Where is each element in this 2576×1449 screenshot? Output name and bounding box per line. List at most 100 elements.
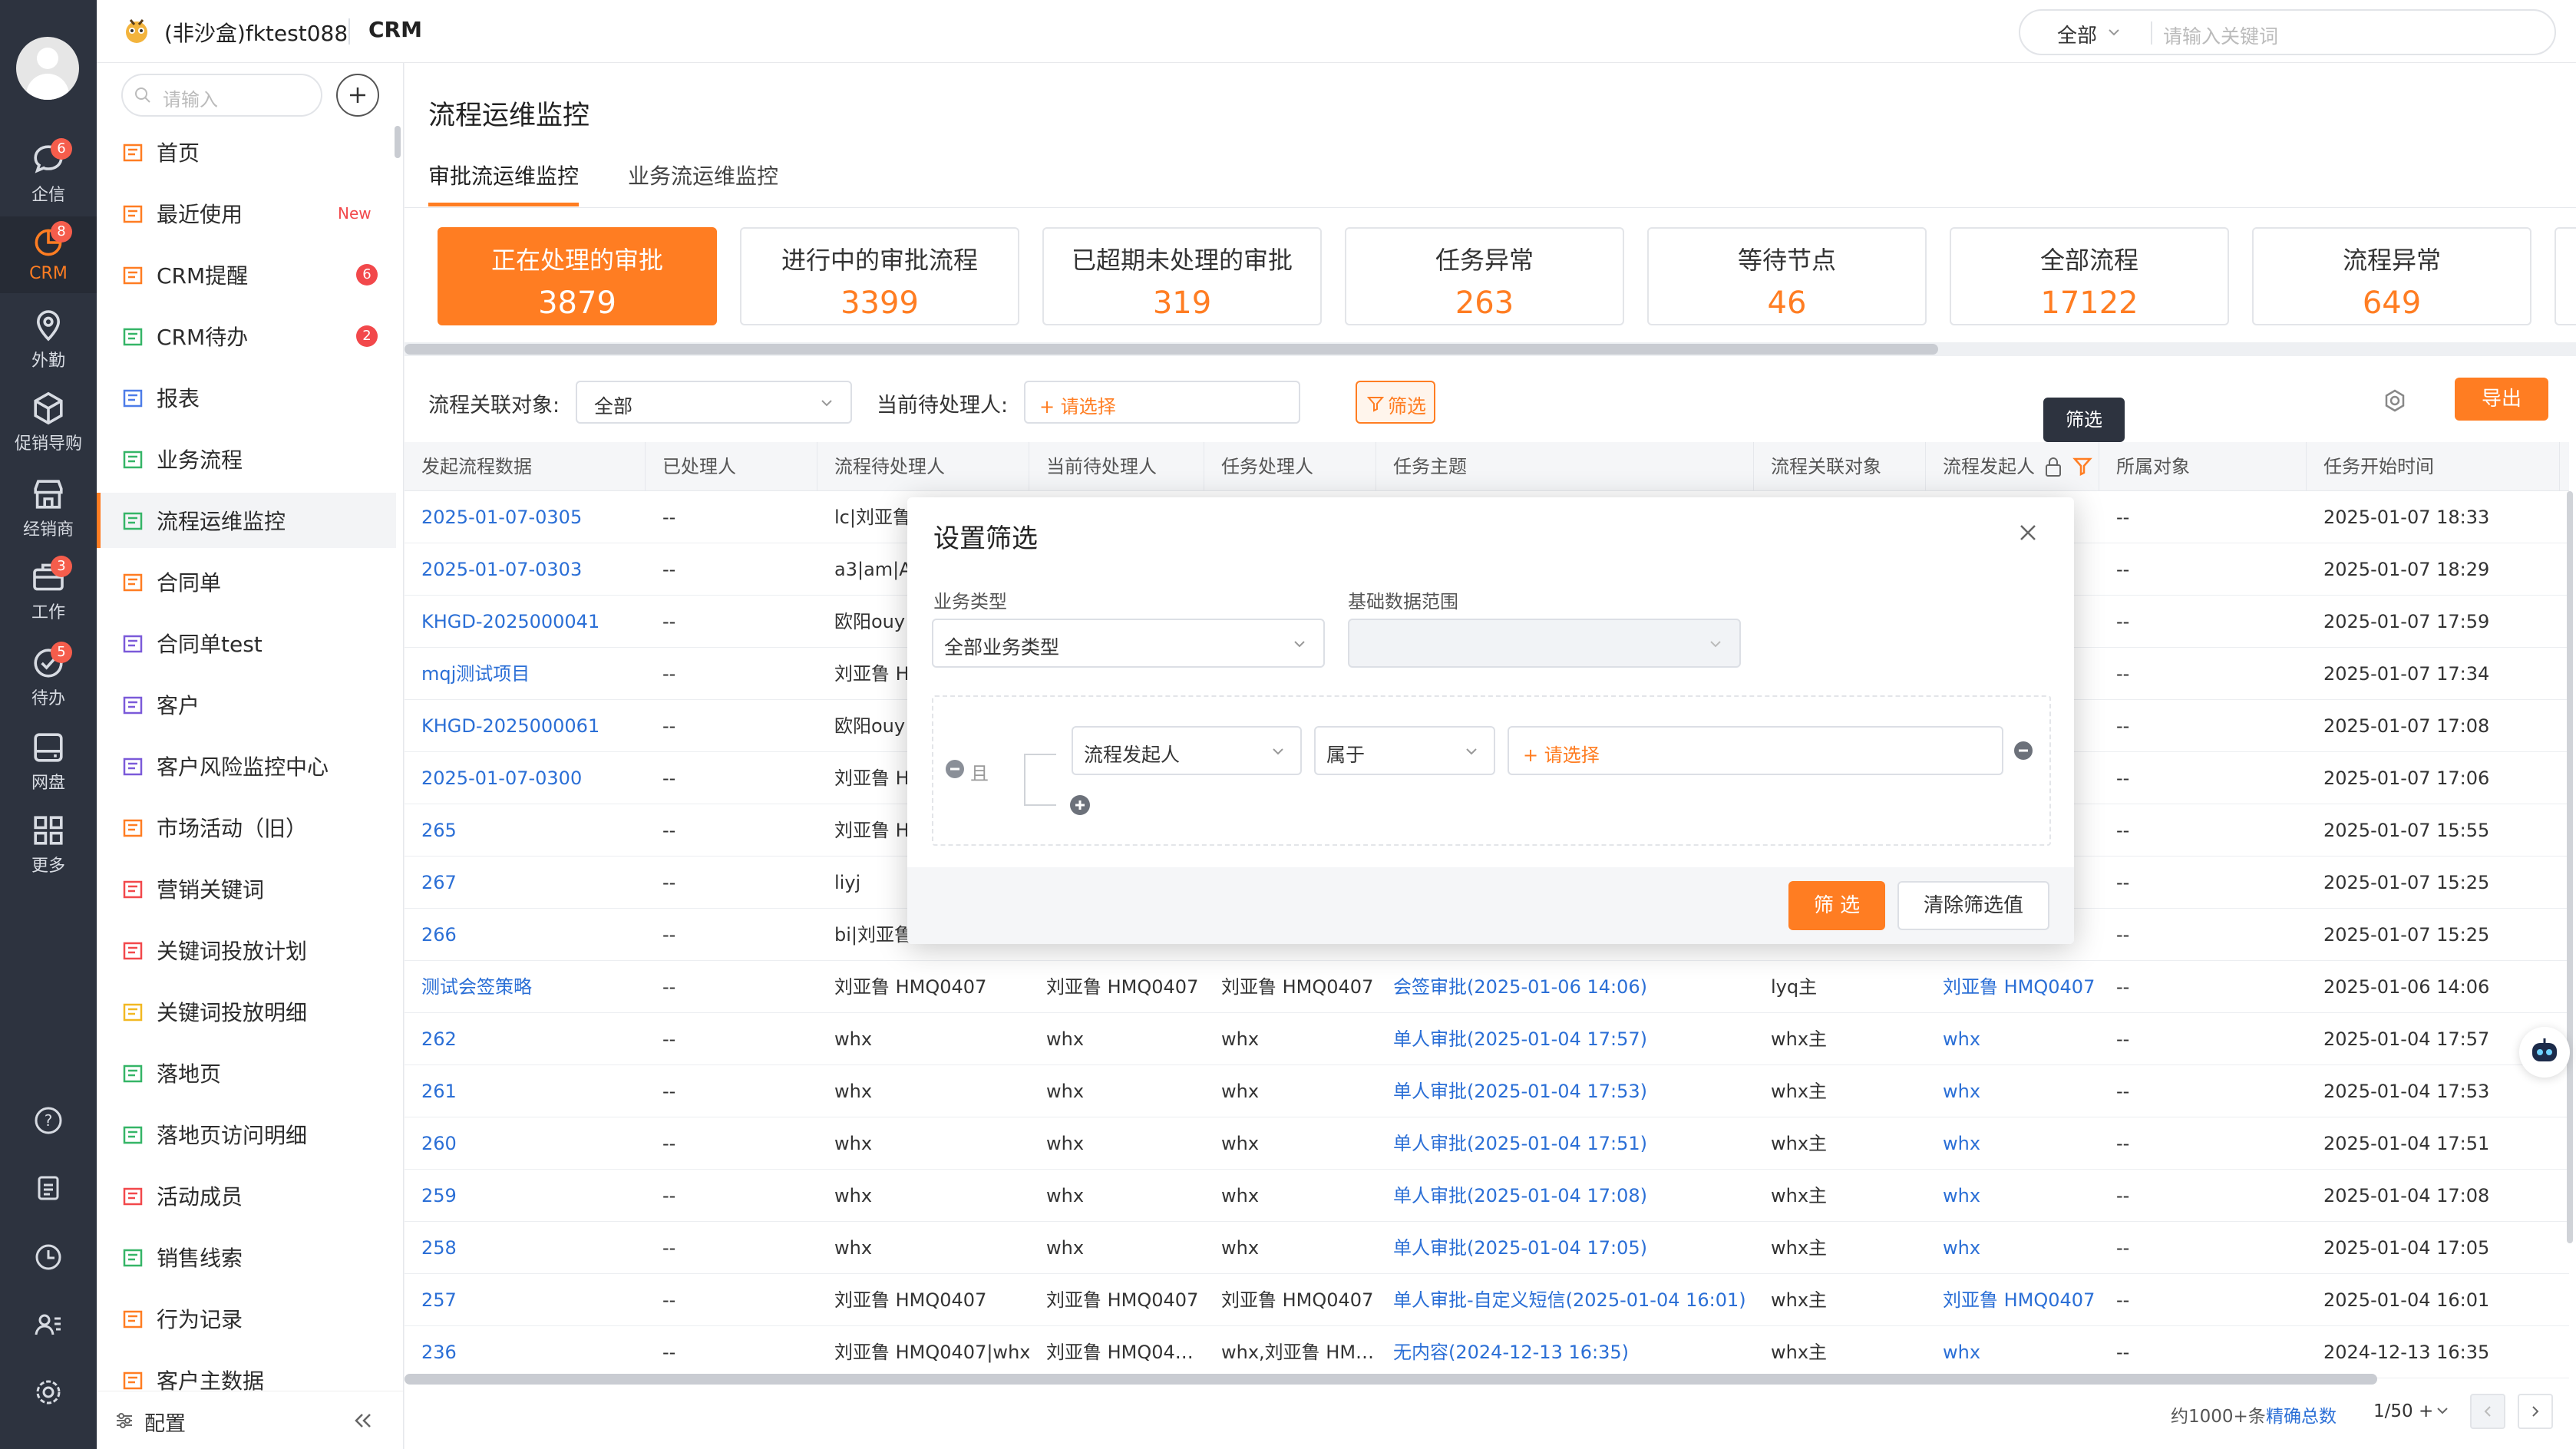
table-row[interactable]: 261 -- whx whx whx 单人审批(2025-01-04 17:53) whx主… [405, 1065, 2569, 1117]
table-settings-icon[interactable] [2381, 387, 2409, 414]
exact-total-link[interactable]: 精确总数 [2266, 1401, 2337, 1428]
apply-filter-button[interactable]: 筛 选 [1788, 881, 1885, 930]
table-cell[interactable]: whx [1926, 1013, 2099, 1065]
column-header[interactable]: 任务开始时间 [2307, 442, 2560, 491]
table-cell[interactable]: 单人审批(2025-01-04 17:57) [1376, 1013, 1754, 1065]
history-icon[interactable] [33, 1242, 64, 1272]
sidebar-search[interactable]: 请输入 [121, 74, 322, 117]
tab-approval-flow[interactable]: 审批流运维监控 [428, 160, 579, 190]
rail-item-1[interactable]: CRM 8 [0, 216, 97, 293]
table-hscrollbar[interactable] [405, 1374, 2377, 1385]
column-filter-icon[interactable] [2072, 456, 2092, 477]
sidebar-item-13[interactable]: 关键词投放计划 [97, 923, 396, 978]
table-row[interactable]: 262 -- whx whx whx 单人审批(2025-01-04 17:57) whx主… [405, 1013, 2569, 1065]
rail-item-0[interactable]: 企信 6 [0, 134, 97, 210]
table-scrollbar[interactable] [2567, 491, 2573, 1243]
sidebar-search-input[interactable]: 请输入 [163, 84, 218, 111]
rail-item-6[interactable]: 待办 5 [0, 637, 97, 714]
table-cell[interactable]: 258 [405, 1222, 646, 1274]
column-header[interactable]: 流程待处理人 [817, 442, 1029, 491]
export-button[interactable]: 导出 [2455, 378, 2548, 421]
table-cell[interactable]: 单人审批(2025-01-04 17:08) [1376, 1170, 1754, 1222]
rail-item-8[interactable]: 更多 [0, 804, 97, 881]
close-icon[interactable] [2016, 520, 2040, 545]
table-cell[interactable]: whx [1926, 1117, 2099, 1170]
column-header[interactable]: 任务主题 [1376, 442, 1754, 491]
table-cell[interactable]: whx [1926, 1222, 2099, 1274]
sidebar-item-11[interactable]: 市场活动（旧） [97, 800, 396, 855]
rail-item-2[interactable]: 外勤 [0, 299, 97, 376]
table-cell[interactable]: 266 [405, 909, 646, 961]
sidebar-item-16[interactable]: 落地页访问明细 [97, 1107, 396, 1162]
page-size-chevron-icon[interactable] [2435, 1403, 2450, 1418]
sidebar-item-9[interactable]: 客户 [97, 677, 396, 732]
sidebar-item-1[interactable]: 最近使用 New [97, 186, 396, 241]
rail-item-7[interactable]: 网盘 [0, 721, 97, 798]
condition-value-input[interactable]: + 请选择 [1508, 726, 2003, 775]
sidebar-item-12[interactable]: 营销关键词 [97, 861, 396, 916]
sidebar-item-5[interactable]: 业务流程 [97, 431, 396, 487]
stat-card-4[interactable]: 等待节点 46 [1647, 227, 1927, 325]
next-page-button[interactable] [2518, 1394, 2553, 1429]
column-header[interactable]: 发起流程数据 [405, 442, 646, 491]
column-header[interactable]: 所属对象 [2099, 442, 2307, 491]
add-button[interactable] [336, 74, 379, 117]
remove-condition-icon[interactable] [2013, 740, 2034, 761]
table-cell[interactable]: whx [1926, 1170, 2099, 1222]
stat-card-5[interactable]: 全部流程 17122 [1950, 227, 2229, 325]
notes-icon[interactable] [33, 1173, 64, 1203]
table-row[interactable]: 260 -- whx whx whx 单人审批(2025-01-04 17:51) whx主… [405, 1117, 2569, 1170]
table-cell[interactable]: whx [1926, 1065, 2099, 1117]
table-cell[interactable]: 单人审批(2025-01-04 17:53) [1376, 1065, 1754, 1117]
table-cell[interactable]: 测试会签策略 [405, 961, 646, 1013]
table-row[interactable]: 258 -- whx whx whx 单人审批(2025-01-04 17:05) whx主… [405, 1222, 2569, 1274]
table-cell[interactable]: 236 [405, 1326, 646, 1378]
table-cell[interactable]: 267 [405, 857, 646, 909]
table-cell[interactable]: KHGD-2025000041 [405, 596, 646, 648]
table-cell[interactable]: 261 [405, 1065, 646, 1117]
prev-page-button[interactable] [2470, 1394, 2505, 1429]
table-row[interactable]: 257 -- 刘亚鲁 HMQ0407 刘亚鲁 HMQ0407 刘亚鲁 HMQ0407 单人… [405, 1274, 2569, 1326]
table-cell[interactable]: 无内容(2024-12-13 16:35) [1376, 1326, 1754, 1378]
lock-icon[interactable] [2043, 456, 2063, 477]
sidebar-item-8[interactable]: 合同单test [97, 616, 396, 671]
global-search[interactable]: 全部 请输入关键词 [2019, 9, 2556, 55]
sidebar-item-19[interactable]: 行为记录 [97, 1291, 396, 1346]
table-cell[interactable]: 257 [405, 1274, 646, 1326]
settings-icon[interactable] [33, 1377, 64, 1408]
table-row[interactable]: 259 -- whx whx whx 单人审批(2025-01-04 17:08) whx主… [405, 1170, 2569, 1222]
table-cell[interactable]: 单人审批(2025-01-04 17:51) [1376, 1117, 1754, 1170]
sidebar-item-0[interactable]: 首页 [97, 124, 396, 180]
table-cell[interactable]: 265 [405, 804, 646, 857]
config-link[interactable]: 配置 [144, 1407, 186, 1437]
table-cell[interactable]: 会签审批(2025-01-06 14:06) [1376, 961, 1754, 1013]
business-type-select[interactable]: 全部业务类型 [932, 619, 1325, 668]
sidebar-item-17[interactable]: 活动成员 [97, 1168, 396, 1223]
contacts-icon[interactable] [33, 1309, 64, 1340]
object-filter-select[interactable]: 全部 [576, 381, 852, 424]
table-cell[interactable]: whx [1926, 1326, 2099, 1378]
stat-card-2[interactable]: 已超期未处理的审批 319 [1042, 227, 1322, 325]
sidebar-item-10[interactable]: 客户风险监控中心 [97, 738, 396, 794]
stats-scrollbar[interactable] [405, 344, 1938, 355]
handler-filter-input[interactable]: + 请选择 [1024, 381, 1300, 424]
table-cell[interactable]: 2025-01-07-0300 [405, 752, 646, 804]
table-cell[interactable]: 259 [405, 1170, 646, 1222]
rail-item-4[interactable]: 经销商 [0, 468, 97, 545]
sidebar-item-2[interactable]: CRM提醒 6 [97, 247, 396, 302]
filter-button[interactable]: 筛选 [1356, 381, 1435, 424]
sidebar-item-6[interactable]: 流程运维监控 [97, 493, 396, 548]
sidebar-item-15[interactable]: 落地页 [97, 1045, 396, 1101]
stat-card-partial[interactable] [2555, 227, 2576, 325]
stat-card-3[interactable]: 任务异常 263 [1345, 227, 1624, 325]
page-indicator[interactable]: 1/50 + [2373, 1401, 2433, 1421]
table-cell[interactable]: 262 [405, 1013, 646, 1065]
column-header[interactable]: 任务处理人 [1204, 442, 1376, 491]
table-cell[interactable]: 单人审批-自定义短信(2025-01-04 16:01) [1376, 1274, 1754, 1326]
stat-card-6[interactable]: 流程异常 649 [2252, 227, 2531, 325]
sidebar-item-3[interactable]: CRM待办 2 [97, 309, 396, 364]
search-scope[interactable]: 全部 [2057, 20, 2097, 48]
sidebar-item-4[interactable]: 报表 [97, 370, 396, 425]
table-cell[interactable]: 刘亚鲁 HMQ0407 [1926, 1274, 2099, 1326]
table-cell[interactable]: mqj测试项目 [405, 648, 646, 700]
